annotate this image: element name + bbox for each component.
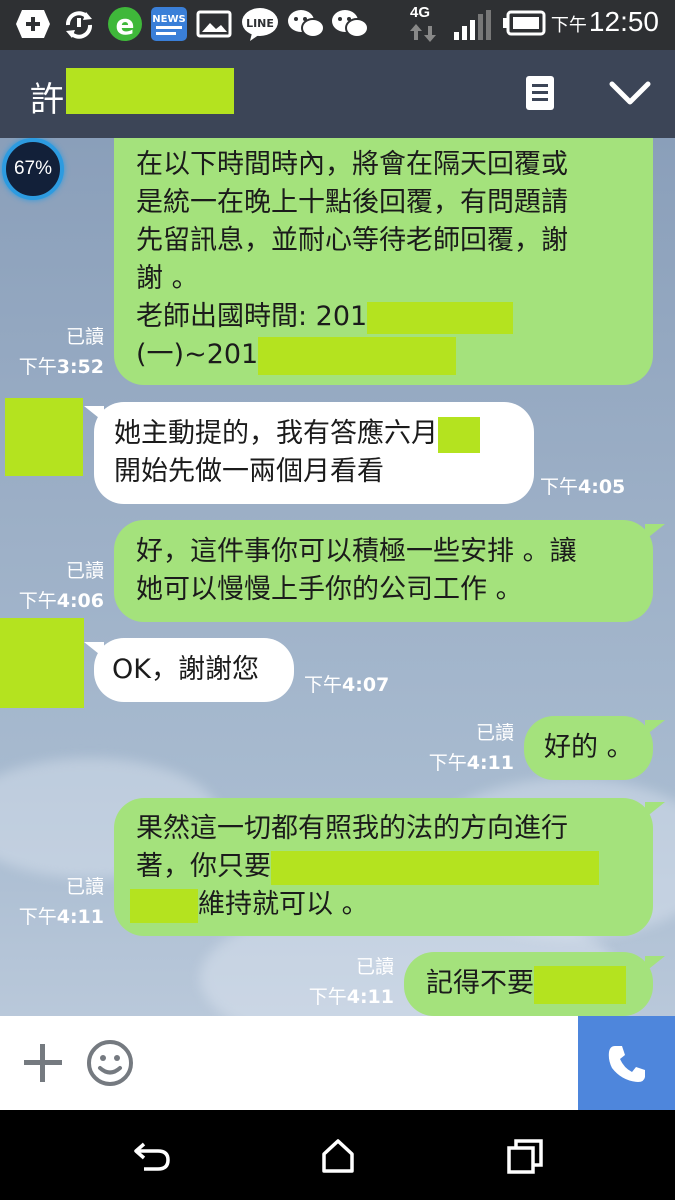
chat-header: 許 xyxy=(0,50,675,138)
recents-icon[interactable] xyxy=(505,1138,545,1174)
browser-icon: e xyxy=(108,7,142,41)
redaction-block xyxy=(367,301,514,334)
plus-icon[interactable] xyxy=(22,1042,64,1084)
wechat-icon xyxy=(288,10,325,38)
message-bubble-outgoing[interactable]: 果然這一切都有照我的法的方向進行 著，你只要 維持就可以 。 xyxy=(114,798,653,936)
message-line: (一)~201 xyxy=(136,336,633,375)
message-line: 好，這件事你可以積極一些安排 。讓 xyxy=(136,536,577,567)
message-meta: 已讀 下午4:06 xyxy=(18,560,104,612)
message-bubble-outgoing[interactable]: 好，這件事你可以積極一些安排 。讓 她可以慢慢上手你的公司工作 。 xyxy=(114,520,653,622)
message-line: 是統一在晚上十點後回覆，有問題請 xyxy=(136,187,568,218)
wechat-icon xyxy=(332,10,369,38)
back-icon[interactable] xyxy=(132,1138,172,1174)
message-meta: 下午4:07 xyxy=(304,674,390,696)
gallery-icon xyxy=(196,10,232,38)
data-arrows-icon xyxy=(410,24,436,42)
svg-text:LINE: LINE xyxy=(246,17,274,30)
message-bubble-outgoing[interactable]: 記得不要 xyxy=(404,952,653,1016)
call-button[interactable] xyxy=(578,1016,675,1110)
message-line: 謝 。 xyxy=(136,263,199,294)
line-icon: LINE xyxy=(242,8,278,41)
network-type: 4G xyxy=(410,4,431,21)
phone-icon xyxy=(608,1046,645,1082)
message-line: 開始先做一兩個月看看 xyxy=(114,456,384,487)
message-line: 維持就可以 。 xyxy=(130,886,633,924)
message-bubble-outgoing[interactable]: 好的 。 xyxy=(524,716,653,780)
clock: 下午12:50 xyxy=(550,6,659,37)
redaction-block xyxy=(534,965,626,1004)
message-line: 果然這一切都有照我的法的方向進行 xyxy=(136,813,568,844)
message-line: 在以下時間時內，將會在隔天回覆或 xyxy=(136,149,568,180)
message-line: 著，你只要 xyxy=(136,848,633,886)
battery-icon xyxy=(503,10,546,36)
redaction-block xyxy=(130,888,198,923)
message-line: 老師出國時間: 201 xyxy=(136,298,633,336)
message-line: 記得不要 xyxy=(426,965,635,1004)
contact-name[interactable]: 許 xyxy=(30,72,64,121)
battery-overlay[interactable]: 67% xyxy=(2,138,64,200)
avatar[interactable] xyxy=(0,618,84,708)
redaction-block xyxy=(258,336,457,375)
redaction-block xyxy=(271,850,599,885)
bubble-tail xyxy=(645,802,665,818)
news-icon: NEWS xyxy=(151,7,187,41)
message-bubble-outgoing[interactable]: 在以下時間時內，將會在隔天回覆或 是統一在晚上十點後回覆，有問題請 先留訊息，並… xyxy=(114,138,653,385)
redaction-block xyxy=(66,68,234,114)
svg-text:NEWS: NEWS xyxy=(152,14,185,25)
bubble-tail xyxy=(645,524,665,540)
navigation-bar xyxy=(0,1110,675,1200)
avatar[interactable] xyxy=(5,398,83,476)
message-bubble-incoming[interactable]: 她主動提的，我有答應六月 開始先做一兩個月看看 xyxy=(94,402,534,504)
redaction-block xyxy=(438,416,480,453)
message-meta: 已讀 下午3:52 xyxy=(18,326,104,378)
add-icon xyxy=(16,10,50,38)
status-bar: e NEWS LINE 4G 下午12:50 xyxy=(0,0,675,50)
chat-area[interactable]: 已讀 下午3:52 在以下時間時內，將會在隔天回覆或 是統一在晚上十點後回覆，有… xyxy=(0,138,675,1016)
chevron-down-icon[interactable] xyxy=(606,76,654,110)
note-icon[interactable] xyxy=(524,74,556,112)
bubble-tail xyxy=(645,720,665,736)
emoji-icon[interactable] xyxy=(86,1039,134,1087)
message-line: 她主動提的，我有答應六月 xyxy=(114,415,516,453)
message-meta: 已讀 下午4:11 xyxy=(308,956,394,1008)
input-bar xyxy=(0,1016,675,1110)
message-line: 她可以慢慢上手你的公司工作 。 xyxy=(136,574,523,605)
svg-text:e: e xyxy=(116,8,135,41)
message-line: 先留訊息，並耐心等待老師回覆，謝 xyxy=(136,225,568,256)
message-line: OK，謝謝您 xyxy=(112,654,259,685)
message-meta: 已讀 下午4:11 xyxy=(18,876,104,928)
signal-icon xyxy=(454,10,491,40)
sync-icon xyxy=(66,11,92,39)
home-icon[interactable] xyxy=(318,1138,358,1174)
message-bubble-incoming[interactable]: OK，謝謝您 xyxy=(94,638,294,702)
message-meta: 已讀 下午4:11 xyxy=(428,722,514,774)
message-line: 好的 。 xyxy=(544,732,634,763)
message-meta: 下午4:05 xyxy=(540,476,626,498)
bubble-tail xyxy=(645,956,665,972)
